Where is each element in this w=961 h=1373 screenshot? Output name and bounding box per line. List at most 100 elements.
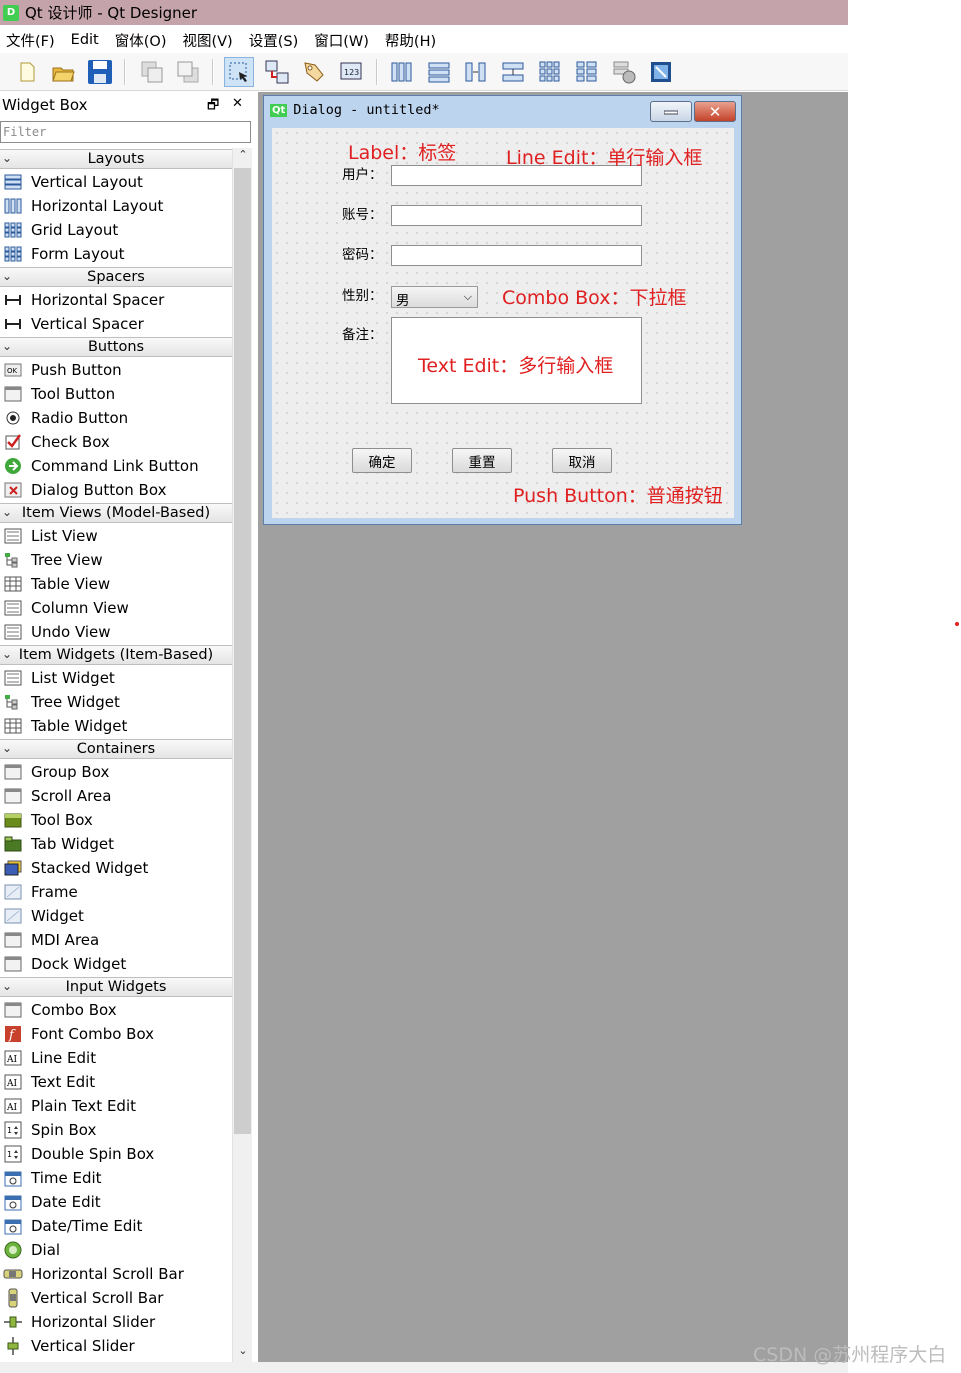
widget-item-tree-widget[interactable]: Tree Widget: [0, 690, 232, 714]
widget-item-list-widget[interactable]: List Widget: [0, 666, 232, 690]
widget-item-tool-box[interactable]: Tool Box: [0, 808, 232, 832]
widget-item-line-edit[interactable]: AI Line Edit: [0, 1046, 232, 1070]
layout-grid-icon[interactable]: [535, 57, 565, 87]
widget-item-radio-button[interactable]: Radio Button: [0, 406, 232, 430]
widget-item-time-edit[interactable]: Time Edit: [0, 1166, 232, 1190]
ok-button[interactable]: 确定: [352, 448, 412, 473]
category-label: Item Views (Model-Based): [21, 505, 211, 521]
widget-item-text-edit[interactable]: AI Text Edit: [0, 1070, 232, 1094]
widget-item-date-time-edit[interactable]: Date/Time Edit: [0, 1214, 232, 1238]
widget-item-horizontal-spacer[interactable]: Horizontal Spacer: [0, 288, 232, 312]
close-button[interactable]: ✕: [694, 101, 736, 122]
menu-view[interactable]: 视图(V): [176, 30, 238, 51]
scroll-down-arrow-icon[interactable]: ⌄: [233, 1344, 253, 1362]
widget-item-list-view[interactable]: List View: [0, 524, 232, 548]
widget-item-vertical-scroll-bar[interactable]: Vertical Scroll Bar: [0, 1286, 232, 1310]
category-input-widgets[interactable]: ⌄ Input Widgets: [0, 977, 232, 997]
widget-item-font-combo-box[interactable]: f Font Combo Box: [0, 1022, 232, 1046]
dialog-form-canvas[interactable]: 用户： 账号： 密码： 性别： 男 ⌵ 备注： 确定 重置 取消: [272, 128, 734, 518]
widget-item-dial[interactable]: Dial: [0, 1238, 232, 1262]
save-icon[interactable]: [85, 57, 115, 87]
widget-item-tool-button[interactable]: Tool Button: [0, 382, 232, 406]
category-containers[interactable]: ⌄ Containers: [0, 739, 232, 759]
widget-item-undo-view[interactable]: Undo View: [0, 620, 232, 644]
send-to-back-icon[interactable]: [137, 57, 167, 87]
layout-horizontal-splitter-icon[interactable]: [461, 57, 491, 87]
menu-file[interactable]: 文件(F): [0, 30, 61, 51]
edit-widgets-icon[interactable]: [224, 57, 254, 87]
widget-item-spin-box[interactable]: 1 Spin Box: [0, 1118, 232, 1142]
widget-item-command-link-button[interactable]: Command Link Button: [0, 454, 232, 478]
adjust-size-icon[interactable]: [646, 57, 676, 87]
menu-edit[interactable]: Edit: [65, 32, 105, 48]
scroll-up-arrow-icon[interactable]: ⌃: [233, 148, 253, 166]
edit-signals-slots-icon[interactable]: [262, 57, 292, 87]
category-item-views-model-based[interactable]: ⌄ Item Views (Model-Based): [0, 503, 232, 523]
widget-item-form-layout[interactable]: Form Layout: [0, 242, 232, 266]
label-user: 用户：: [342, 167, 383, 183]
close-icon[interactable]: ✕: [232, 96, 243, 111]
menu-help[interactable]: 帮助(H): [379, 30, 442, 51]
widget-item-horizontal-scroll-bar[interactable]: Horizontal Scroll Bar: [0, 1262, 232, 1286]
widget-item-tree-view[interactable]: Tree View: [0, 548, 232, 572]
widget-item-mdi-area[interactable]: MDI Area: [0, 928, 232, 952]
widget-item-push-button[interactable]: OK Push Button: [0, 358, 232, 382]
bring-to-front-icon[interactable]: [173, 57, 203, 87]
widget-item-grid-layout[interactable]: Grid Layout: [0, 218, 232, 242]
new-file-icon[interactable]: [12, 57, 42, 87]
break-layout-icon[interactable]: [609, 57, 639, 87]
edit-tab-order-icon[interactable]: 123: [337, 57, 367, 87]
widget-item-table-widget[interactable]: Table Widget: [0, 714, 232, 738]
category-layouts[interactable]: ⌄ Layouts: [0, 149, 232, 169]
scrollbar-thumb[interactable]: [234, 168, 251, 1134]
double-spin-box-icon: 1: [3, 1145, 23, 1163]
layout-horizontal-icon[interactable]: [387, 57, 417, 87]
edit-buddies-icon[interactable]: [299, 57, 329, 87]
widget-item-scroll-area[interactable]: Scroll Area: [0, 784, 232, 808]
widget-item-table-view[interactable]: Table View: [0, 572, 232, 596]
category-item-widgets-item-based[interactable]: ⌄ Item Widgets (Item-Based): [0, 645, 232, 665]
open-folder-icon[interactable]: [48, 57, 78, 87]
widget-item-label: Horizontal Slider: [31, 1313, 156, 1331]
widget-item-date-edit[interactable]: Date Edit: [0, 1190, 232, 1214]
gender-combo-box[interactable]: 男 ⌵: [391, 286, 478, 309]
layout-vertical-icon[interactable]: [424, 57, 454, 87]
widget-item-check-box[interactable]: Check Box: [0, 430, 232, 454]
account-line-edit[interactable]: [391, 205, 642, 226]
chevron-down-icon: ⌄: [2, 505, 13, 519]
float-icon[interactable]: 🗗: [207, 96, 219, 118]
widget-item-stacked-widget[interactable]: Stacked Widget: [0, 856, 232, 880]
widget-item-horizontal-slider[interactable]: Horizontal Slider: [0, 1310, 232, 1334]
main-toolbar: 123: [0, 53, 848, 91]
widget-item-frame[interactable]: Frame: [0, 880, 232, 904]
widget-item-column-view[interactable]: Column View: [0, 596, 232, 620]
menu-form[interactable]: 窗体(O): [109, 30, 173, 51]
widget-item-dock-widget[interactable]: Dock Widget: [0, 952, 232, 976]
category-spacers[interactable]: ⌄ Spacers: [0, 267, 232, 287]
widget-item-plain-text-edit[interactable]: AI Plain Text Edit: [0, 1094, 232, 1118]
category-label: Layouts: [87, 151, 145, 167]
widget-item-group-box[interactable]: Group Box: [0, 760, 232, 784]
layout-form-icon[interactable]: [572, 57, 602, 87]
layout-vertical-splitter-icon[interactable]: [498, 57, 528, 87]
category-buttons[interactable]: ⌄ Buttons: [0, 337, 232, 357]
widget-item-vertical-slider[interactable]: Vertical Slider: [0, 1334, 232, 1358]
widget-item-combo-box[interactable]: Combo Box: [0, 998, 232, 1022]
menu-window[interactable]: 窗口(W): [308, 30, 375, 51]
widget-item-label: Table Widget: [31, 717, 128, 735]
cancel-button[interactable]: 取消: [552, 448, 612, 473]
widget-box-filter-input[interactable]: Filter: [0, 121, 251, 143]
password-line-edit[interactable]: [391, 245, 642, 266]
widget-item-dialog-button-box[interactable]: Dialog Button Box: [0, 478, 232, 502]
widget-box-scrollbar[interactable]: ⌃ ⌄: [232, 148, 252, 1362]
widget-item-double-spin-box[interactable]: 1 Double Spin Box: [0, 1142, 232, 1166]
widget-item-vertical-spacer[interactable]: Vertical Spacer: [0, 312, 232, 336]
widget-item-horizontal-layout[interactable]: Horizontal Layout: [0, 194, 232, 218]
reset-button[interactable]: 重置: [452, 448, 512, 473]
widget-item-tab-widget[interactable]: Tab Widget: [0, 832, 232, 856]
menu-settings[interactable]: 设置(S): [243, 30, 305, 51]
minimize-button[interactable]: [650, 101, 692, 122]
category-label: Containers: [76, 741, 156, 757]
widget-item-widget[interactable]: Widget: [0, 904, 232, 928]
widget-item-vertical-layout[interactable]: Vertical Layout: [0, 170, 232, 194]
